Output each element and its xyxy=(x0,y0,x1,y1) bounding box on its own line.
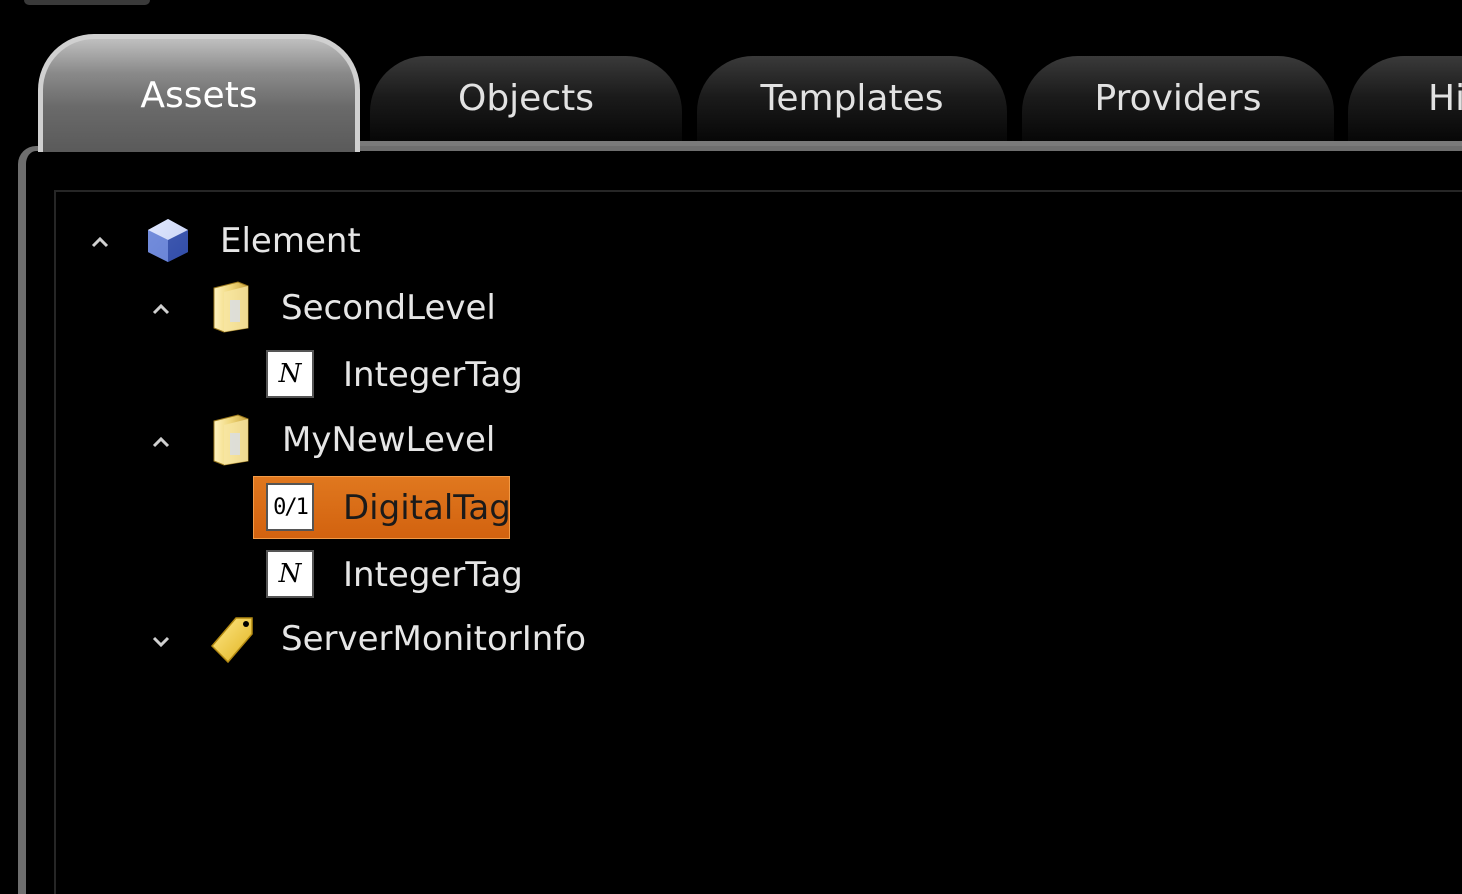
tab-objects-label: Objects xyxy=(457,78,594,119)
tab-templates[interactable]: Templates xyxy=(697,56,1007,146)
tree-item-integer-tag-label: IntegerTag xyxy=(343,555,523,595)
integer-tag-icon-glyph: N xyxy=(266,350,314,398)
tree-item-digital-tag[interactable]: DigitalTag xyxy=(343,477,511,539)
tree-item-server-monitor-info-label: ServerMonitorInfo xyxy=(281,619,587,659)
tree-item-integer-tag-label: IntegerTag xyxy=(343,355,523,395)
asset-browser-window: Objects Templates Providers Hi Assets El… xyxy=(0,0,1462,894)
tab-history-label: Hi xyxy=(1428,78,1462,119)
tab-history[interactable]: Hi xyxy=(1348,56,1462,146)
asset-tree xyxy=(54,190,1462,894)
digital-tag-icon: 0/1 xyxy=(266,483,314,531)
element-cube-icon xyxy=(144,216,192,264)
tree-item-second-level-label: SecondLevel xyxy=(281,288,496,328)
tree-item-element-label: Element xyxy=(220,221,361,261)
tree-item-server-monitor-info[interactable]: ServerMonitorInfo xyxy=(281,608,586,670)
expand-chevron-icon[interactable] xyxy=(149,630,173,654)
integer-tag-icon: N xyxy=(266,550,314,598)
tree-item-my-new-level[interactable]: MyNewLevel xyxy=(282,409,495,471)
tab-assets[interactable]: Assets xyxy=(38,34,360,152)
tree-item-digital-tag-label: DigitalTag xyxy=(343,488,511,528)
folder-icon xyxy=(208,413,254,467)
integer-tag-icon: N xyxy=(266,350,314,398)
collapse-chevron-icon[interactable] xyxy=(149,430,173,454)
collapse-chevron-icon[interactable] xyxy=(149,297,173,321)
tab-providers[interactable]: Providers xyxy=(1022,56,1334,146)
digital-tag-icon-glyph: 0/1 xyxy=(266,483,314,531)
tab-assets-label: Assets xyxy=(140,75,258,116)
tab-providers-label: Providers xyxy=(1094,78,1262,119)
tree-item-integer-tag[interactable]: IntegerTag xyxy=(343,544,523,606)
folder-icon xyxy=(208,280,254,334)
tag-label-icon xyxy=(208,612,258,666)
collapse-chevron-icon[interactable] xyxy=(88,230,112,254)
integer-tag-icon-glyph: N xyxy=(266,550,314,598)
tab-templates-label: Templates xyxy=(760,78,944,119)
tree-item-my-new-level-label: MyNewLevel xyxy=(282,420,496,460)
tree-item-element[interactable]: Element xyxy=(220,210,361,272)
tab-objects[interactable]: Objects xyxy=(370,56,682,146)
tree-item-integer-tag[interactable]: IntegerTag xyxy=(343,344,523,406)
window-edge xyxy=(24,0,150,5)
tree-item-second-level[interactable]: SecondLevel xyxy=(281,277,496,339)
